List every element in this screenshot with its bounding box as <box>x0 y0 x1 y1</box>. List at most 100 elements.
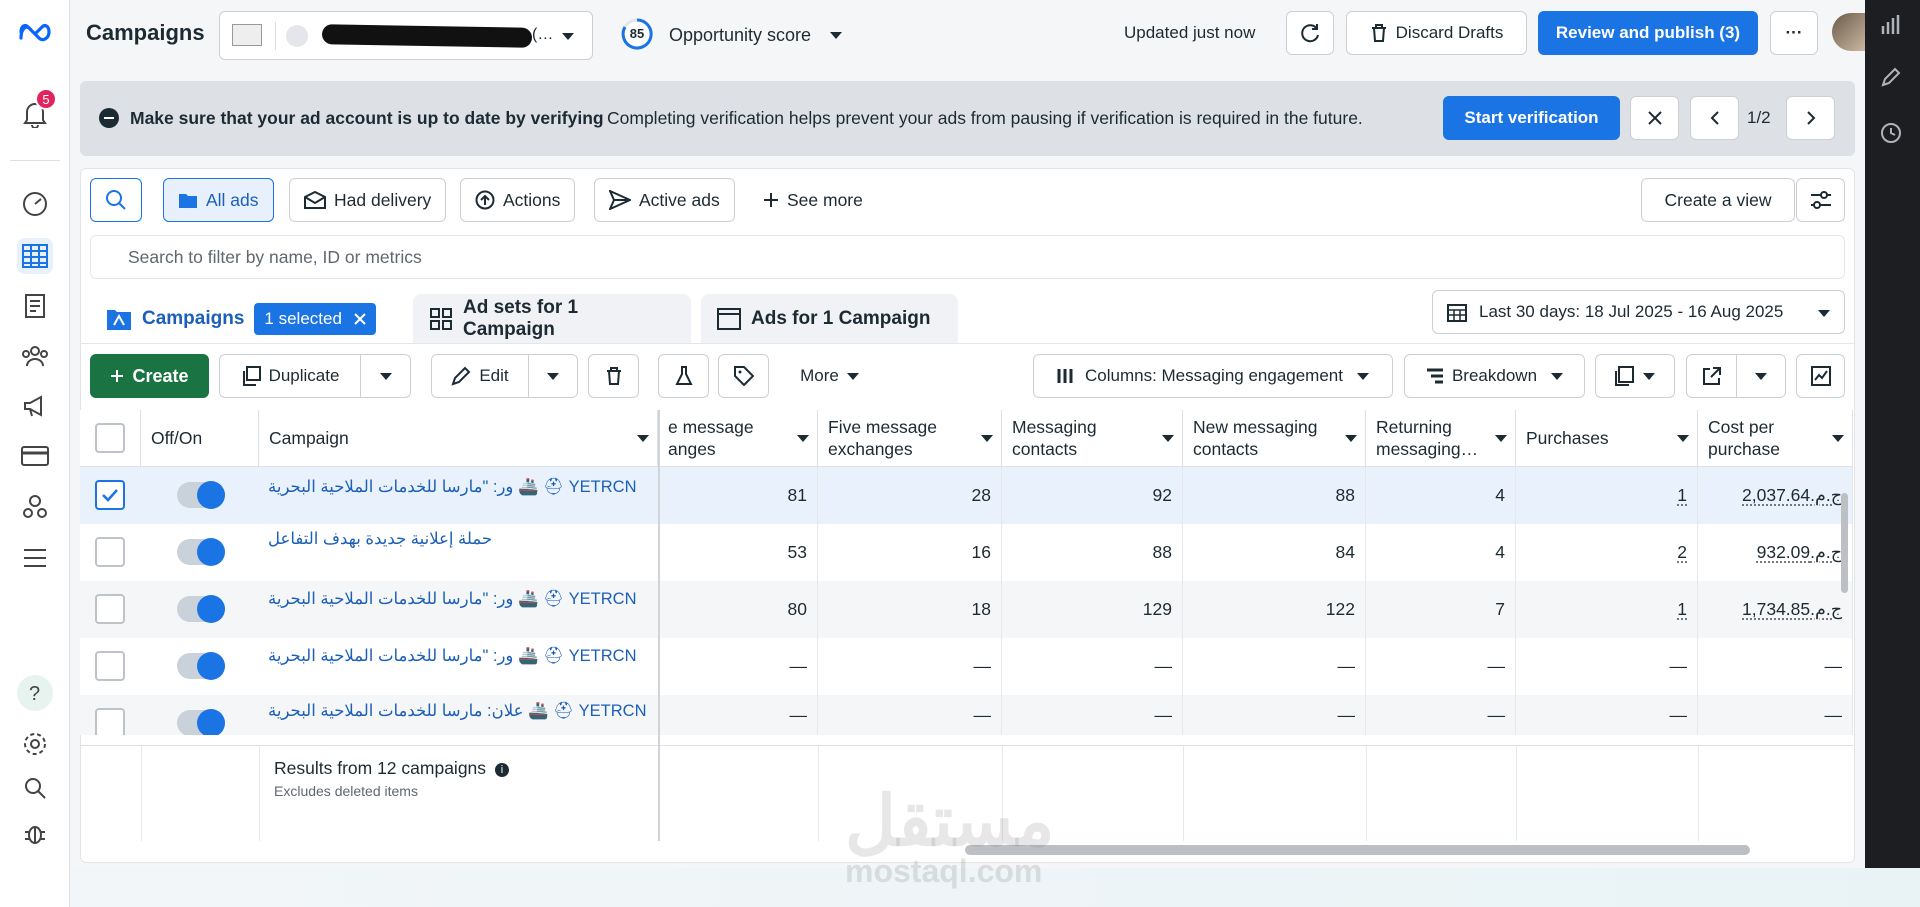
reports-button[interactable] <box>1595 354 1675 398</box>
campaign-toggle[interactable] <box>177 481 225 509</box>
filter-actions-label: Actions <box>503 189 561 210</box>
campaign-toggle[interactable] <box>177 595 225 623</box>
create-view-button[interactable]: Create a view <box>1641 178 1795 222</box>
filter-all-ads[interactable]: All ads <box>163 178 274 222</box>
trash-icon <box>606 367 621 385</box>
help-icon[interactable]: ? <box>17 675 53 711</box>
header-offon[interactable]: Off/On <box>141 410 259 467</box>
header-cost-per-purchase[interactable]: Cost per purchase <box>1698 410 1853 467</box>
billing-card-icon[interactable] <box>17 438 53 474</box>
close-banner-button[interactable] <box>1630 96 1679 140</box>
cell-purchases-wrap: 1 <box>1516 581 1698 638</box>
table-row[interactable]: YETRCN ⛑ 🚢 علان: مارسا للخدمات الملاحية … <box>80 695 1853 735</box>
history-clock-icon[interactable] <box>1880 122 1902 144</box>
audiences-icon[interactable] <box>17 338 53 374</box>
campaign-name-link[interactable]: YETRCN ⛑ 🚢 ور: "مارسا للخدمات الملاحية ا… <box>268 589 651 609</box>
edit-pencil-icon[interactable] <box>1880 66 1902 88</box>
campaign-name-link[interactable]: حملة إعلانية جديدة بهدف التفاعل <box>268 529 651 549</box>
start-verification-button[interactable]: Start verification <box>1443 96 1620 140</box>
banner-next-button[interactable] <box>1786 96 1835 140</box>
header-msg-contacts-line1: Messaging <box>1012 417 1097 437</box>
tag-button[interactable] <box>718 354 769 398</box>
see-more-button[interactable]: See more <box>748 178 878 222</box>
edit-dropdown[interactable] <box>528 354 578 398</box>
campaign-toggle[interactable] <box>177 652 225 680</box>
campaign-toggle[interactable] <box>177 538 225 566</box>
filter-active-ads[interactable]: Active ads <box>594 178 735 222</box>
columns-selector[interactable]: Columns: Messaging engagement <box>1033 354 1393 398</box>
avatar[interactable] <box>1832 13 1865 51</box>
table-row[interactable]: YETRCN ⛑ 🚢 ور: "مارسا للخدمات الملاحية ا… <box>80 467 1853 524</box>
row-checkbox[interactable] <box>95 708 125 735</box>
more-actions-button[interactable]: More <box>779 354 880 398</box>
campaign-toggle[interactable] <box>177 709 225 735</box>
tab-campaigns[interactable]: Campaigns 1 selected <box>90 294 402 344</box>
cell-cost[interactable]: ج.م.2,037.64 <box>1742 485 1842 506</box>
ads-manager-table-icon[interactable] <box>17 238 53 274</box>
ab-test-button[interactable] <box>658 354 709 398</box>
cell-cost[interactable]: ج.م.932.09 <box>1757 542 1842 563</box>
header-messaging-contacts[interactable]: Messaging contacts <box>1002 410 1183 467</box>
campaign-name-link[interactable]: YETRCN ⛑ 🚢 ور: "مارسا للخدمات الملاحية ا… <box>268 477 651 497</box>
row-checkbox[interactable] <box>95 651 125 681</box>
duplicate-button[interactable]: Duplicate <box>219 354 361 398</box>
cell-cost[interactable]: ج.م.1,734.85 <box>1742 599 1842 620</box>
row-checkbox[interactable] <box>95 537 125 567</box>
export-button[interactable] <box>1686 354 1737 398</box>
header-new-messaging-contacts[interactable]: New messaging contacts <box>1183 410 1366 467</box>
header-purchases[interactable]: Purchases <box>1516 410 1698 467</box>
header-campaign[interactable]: Campaign <box>259 410 658 467</box>
cell-purchases[interactable]: 1 <box>1677 599 1687 620</box>
tab-ads[interactable]: Ads for 1 Campaign <box>701 294 958 344</box>
chart-bars-icon[interactable] <box>1880 14 1902 36</box>
campaign-name-link[interactable]: YETRCN ⛑ 🚢 ور: "مارسا للخدمات الملاحية ا… <box>268 646 651 666</box>
date-range-picker[interactable]: Last 30 days: 18 Jul 2025 - 16 Aug 2025 <box>1432 290 1845 334</box>
search-icon[interactable] <box>17 770 53 806</box>
review-publish-button[interactable]: Review and publish (3) <box>1538 11 1758 55</box>
settings-gear-icon[interactable] <box>17 726 53 762</box>
menu-hamburger-icon[interactable] <box>17 540 53 576</box>
delete-button[interactable] <box>588 354 639 398</box>
cell-purchases[interactable]: 1 <box>1677 485 1687 506</box>
info-icon[interactable]: i <box>494 763 509 777</box>
chevron-down-icon[interactable] <box>830 32 842 39</box>
filter-settings-button[interactable] <box>1796 178 1845 222</box>
bug-report-icon[interactable] <box>17 815 53 851</box>
vertical-scrollbar[interactable] <box>1841 493 1848 593</box>
dashboard-gauge-icon[interactable] <box>17 186 53 222</box>
horizontal-scrollbar[interactable] <box>965 845 1750 855</box>
opportunity-score-label[interactable]: Opportunity score <box>669 25 811 46</box>
duplicate-dropdown[interactable] <box>360 354 411 398</box>
table-row[interactable]: YETRCN ⛑ 🚢 ور: "مارسا للخدمات الملاحية ا… <box>80 638 1853 695</box>
charts-toggle-button[interactable] <box>1796 354 1845 398</box>
export-dropdown[interactable] <box>1736 354 1786 398</box>
megaphone-icon[interactable] <box>17 388 53 424</box>
opportunity-score-ring[interactable]: 85 <box>620 17 654 51</box>
discard-drafts-button[interactable]: Discard Drafts <box>1346 11 1527 55</box>
banner-prev-button[interactable] <box>1690 96 1739 140</box>
campaign-name-link[interactable]: YETRCN ⛑ 🚢 علان: مارسا للخدمات الملاحية … <box>268 701 651 721</box>
header-five-message-exchanges[interactable]: Five message exchanges <box>818 410 1002 467</box>
selected-count-pill[interactable]: 1 selected <box>254 303 376 335</box>
tab-ad-sets[interactable]: Ad sets for 1 Campaign <box>413 294 691 344</box>
header-returning-messaging[interactable]: Returning messaging… <box>1366 410 1516 467</box>
filter-actions[interactable]: Actions <box>460 178 576 222</box>
search-toggle-button[interactable] <box>90 178 142 222</box>
edit-button[interactable]: Edit <box>431 354 529 398</box>
create-button[interactable]: Create <box>90 354 209 398</box>
header-three-message-exchanges[interactable]: e message anges <box>658 410 818 467</box>
table-row[interactable]: YETRCN ⛑ 🚢 ور: "مارسا للخدمات الملاحية ا… <box>80 581 1853 638</box>
row-checkbox[interactable] <box>95 594 125 624</box>
cell-purchases[interactable]: 2 <box>1677 542 1687 563</box>
row-checkbox[interactable] <box>95 480 125 510</box>
meta-logo-icon[interactable] <box>17 14 53 50</box>
table-row[interactable]: حملة إعلانية جديدة بهدف التفاعل 53 16 88… <box>80 524 1853 581</box>
breakdown-selector[interactable]: Breakdown <box>1404 354 1585 398</box>
more-options-button[interactable]: ··· <box>1770 11 1818 55</box>
refresh-button[interactable] <box>1286 11 1334 55</box>
filter-had-delivery[interactable]: Had delivery <box>289 178 447 222</box>
search-input[interactable]: Search to filter by name, ID or metrics <box>90 235 1845 279</box>
select-all-checkbox[interactable] <box>95 423 125 453</box>
business-tools-icon[interactable] <box>17 488 53 524</box>
pages-icon[interactable] <box>17 288 53 324</box>
